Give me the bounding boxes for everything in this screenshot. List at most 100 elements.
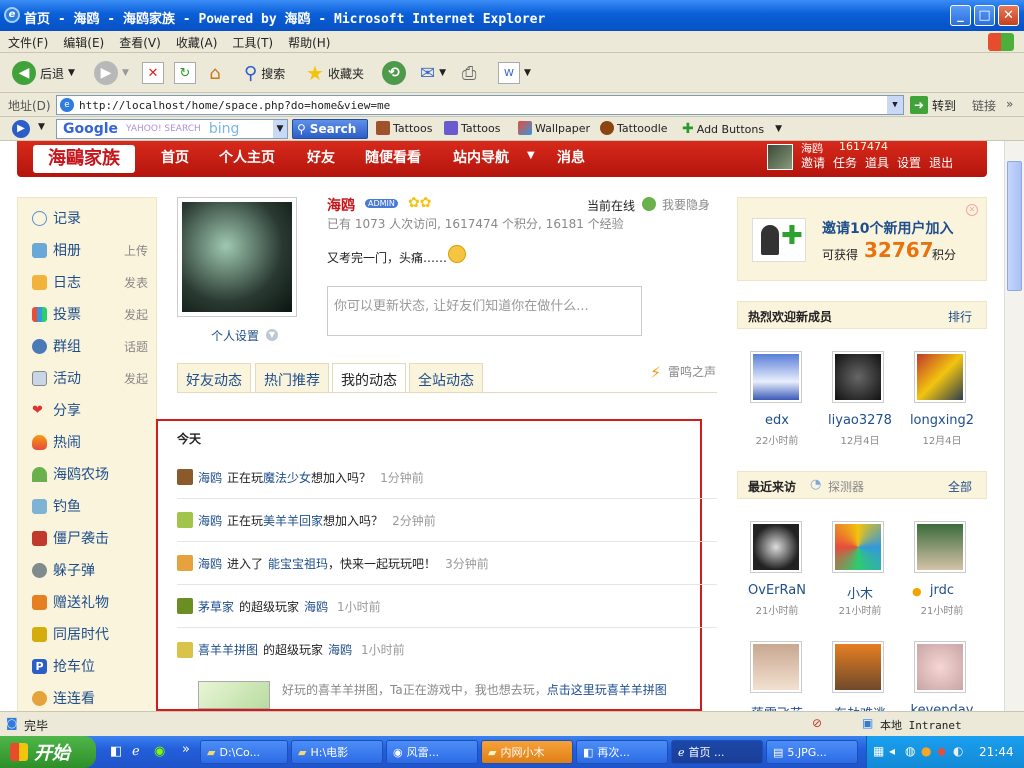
all-visitors-link[interactable]: 全部 xyxy=(948,478,972,495)
history-button[interactable]: ⟲ xyxy=(382,59,406,87)
toolbar-tattoos-1[interactable]: Tattoos xyxy=(376,121,432,135)
globe-icon[interactable]: ◐ xyxy=(953,744,963,758)
sidebar-item-group[interactable]: 群组 话题 xyxy=(32,336,148,356)
quick-launch-app-icon[interactable]: ◉ xyxy=(154,744,165,759)
avatar[interactable] xyxy=(914,351,966,403)
visitor-name[interactable]: 东劫难逃 xyxy=(820,703,900,711)
settings-link[interactable]: 设置 xyxy=(897,154,921,171)
toolbar-add-buttons[interactable]: ✚ Add Buttons ▼ xyxy=(682,121,782,137)
menu-view[interactable]: 查看(V) xyxy=(111,31,168,51)
mail-dropdown-icon[interactable]: ▼ xyxy=(439,68,446,78)
member-name[interactable]: liyao3278 xyxy=(820,413,900,428)
task-button[interactable]: ▰ H:\电影 xyxy=(291,740,383,764)
nav-home[interactable]: 首页 xyxy=(161,147,189,167)
feed-user[interactable]: 海鸥 xyxy=(198,469,222,486)
feed-user[interactable]: 海鸥 xyxy=(198,555,222,572)
avatar[interactable] xyxy=(832,351,884,403)
play-puzzle-link[interactable]: 点击这里玩喜羊羊拼图 xyxy=(547,683,667,697)
task-button[interactable]: ℯ 首页 ... xyxy=(671,740,763,764)
feed-game[interactable]: 茅草家 xyxy=(198,598,234,615)
tab-hot[interactable]: 热门推荐 xyxy=(255,363,329,393)
avatar[interactable] xyxy=(914,521,966,573)
back-dropdown-icon[interactable]: ▼ xyxy=(68,68,75,78)
nav-messages[interactable]: 消息 xyxy=(557,147,585,167)
maximize-button[interactable]: □ xyxy=(974,5,995,26)
toolbar-wallpaper[interactable]: Wallpaper xyxy=(518,121,590,135)
nav-site-guide[interactable]: 站内导航 xyxy=(453,147,509,167)
sidebar-sub-start[interactable]: 发起 xyxy=(124,370,148,387)
network-icon[interactable]: ◍ xyxy=(905,744,915,758)
feed-target[interactable]: 能宝宝祖玛 xyxy=(268,555,328,572)
edit-dropdown-icon[interactable]: ▼ xyxy=(524,68,531,78)
menu-help[interactable]: 帮助(H) xyxy=(280,31,337,51)
sidebar-item-farm[interactable]: 海鸥农场 xyxy=(32,464,148,484)
task-button[interactable]: ◧ 再次... xyxy=(576,740,668,764)
nav-browse[interactable]: 随便看看 xyxy=(365,147,421,167)
profile-settings-link[interactable]: 个人设置 xyxy=(211,327,259,344)
probe-link[interactable]: 探测器 xyxy=(828,478,864,495)
avatar[interactable] xyxy=(914,641,966,693)
keyboard-icon[interactable]: ▦ xyxy=(873,744,884,758)
visitor-name[interactable]: kevepday xyxy=(902,703,982,711)
member-name[interactable]: edx xyxy=(737,413,817,428)
sidebar-item-parking[interactable]: P 抢车位 xyxy=(32,656,148,676)
home-button[interactable]: ⌂ xyxy=(204,59,226,87)
feed-target[interactable]: 魔法少女 xyxy=(263,469,311,486)
profile-avatar[interactable] xyxy=(177,197,297,317)
task-link[interactable]: 任务 xyxy=(833,154,857,171)
toolbar-search-button[interactable]: ⚲ Search xyxy=(292,119,368,139)
security-zone[interactable]: 本地 Intranet xyxy=(880,717,962,733)
address-input[interactable]: e http://localhost/home/space.php?do=hom… xyxy=(56,95,904,115)
stop-button[interactable]: ✕ xyxy=(142,59,164,87)
avatar[interactable] xyxy=(750,351,802,403)
clock[interactable]: 21:44 xyxy=(979,745,1014,759)
menu-tools[interactable]: 工具(T) xyxy=(224,31,280,51)
avatar[interactable] xyxy=(750,641,802,693)
sidebar-item-cohabit[interactable]: 同居时代 xyxy=(32,624,148,644)
visitor-name[interactable]: OvErRaN xyxy=(737,583,817,598)
links-label[interactable]: 链接 xyxy=(972,97,996,114)
refresh-button[interactable]: ↻ xyxy=(174,59,196,87)
status-input[interactable]: 你可以更新状态, 让好友们知道你在做什么... xyxy=(327,286,642,336)
print-button[interactable]: ⎙ xyxy=(462,59,476,87)
logout-link[interactable]: 退出 xyxy=(929,154,953,171)
props-link[interactable]: 道具 xyxy=(865,154,889,171)
nav-avatar[interactable] xyxy=(767,144,793,170)
quick-launch-ie-icon[interactable]: ℯ xyxy=(132,744,140,759)
sidebar-item-gift[interactable]: 赠送礼物 xyxy=(32,592,148,612)
mail-button[interactable]: ✉ ▼ xyxy=(420,59,446,87)
visitor-name[interactable]: 小木 xyxy=(820,583,900,602)
menu-file[interactable]: 文件(F) xyxy=(0,31,55,51)
avatar[interactable] xyxy=(750,521,802,573)
sidebar-item-record[interactable]: 记录 xyxy=(32,208,148,228)
ranking-link[interactable]: 排行 xyxy=(948,308,972,325)
feed-user[interactable]: 海鸥 xyxy=(328,641,352,658)
sidebar-item-poll[interactable]: 投票 发起 xyxy=(32,304,148,324)
qq-icon[interactable]: ● xyxy=(921,744,931,758)
sidebar-item-hot[interactable]: 热闹 xyxy=(32,432,148,452)
close-button[interactable]: ✕ xyxy=(998,5,1019,26)
toolbar-tattoodle[interactable]: Tattoodle xyxy=(600,121,668,135)
go-button[interactable]: ➜ 转到 xyxy=(910,96,956,114)
feed-user[interactable]: 海鸥 xyxy=(198,512,222,529)
engine-dropdown-icon[interactable]: ▼ xyxy=(273,120,287,138)
invite-title[interactable]: 邀请10个新用户加入 xyxy=(822,218,953,238)
thunder-link[interactable]: 雷鸣之声 xyxy=(668,363,716,380)
hide-link[interactable]: 我要隐身 xyxy=(662,196,710,213)
settings-dropdown-icon[interactable]: ▼ xyxy=(266,329,278,341)
task-button[interactable]: ▤ 5.JPG... xyxy=(766,740,858,764)
avatar[interactable] xyxy=(832,641,884,693)
back-button[interactable]: ◀ 后退 ▼ xyxy=(12,59,75,87)
puzzle-thumbnail[interactable] xyxy=(198,681,270,709)
profile-name[interactable]: 海鸥 xyxy=(327,195,355,215)
vertical-scrollbar[interactable] xyxy=(1004,141,1024,711)
menu-edit[interactable]: 编辑(E) xyxy=(55,31,111,51)
menu-favorites[interactable]: 收藏(A) xyxy=(168,31,225,51)
close-icon[interactable]: ✕ xyxy=(966,204,978,216)
forward-dropdown-icon[interactable]: ▼ xyxy=(122,68,129,78)
invite-link[interactable]: 邀请 xyxy=(801,154,825,171)
sidebar-sub-post[interactable]: 发表 xyxy=(124,274,148,291)
visitor-name[interactable]: 落霞飞花 xyxy=(737,703,817,711)
start-button[interactable]: 开始 xyxy=(0,736,96,768)
quick-launch-more-icon[interactable]: » xyxy=(182,742,190,757)
